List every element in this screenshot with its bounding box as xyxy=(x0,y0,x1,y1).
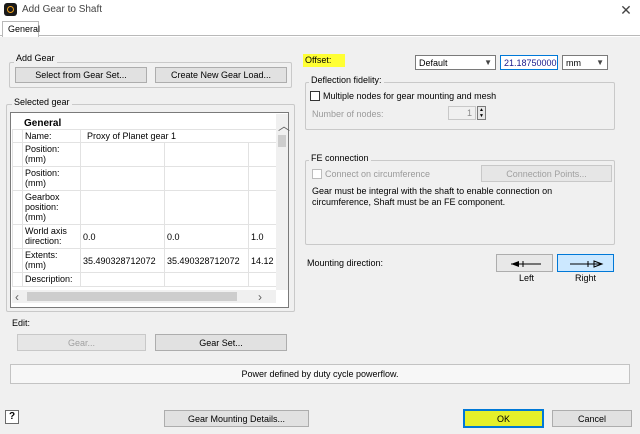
grid-cell xyxy=(248,272,276,287)
grid-section-title: General xyxy=(24,118,62,129)
offset-mode-dropdown[interactable]: Default ▼ xyxy=(415,55,496,70)
multiple-nodes-checkbox[interactable] xyxy=(310,91,320,101)
grid-row-label: Gearbox position: (mm) xyxy=(22,190,81,225)
close-icon[interactable]: ✕ xyxy=(616,1,636,19)
mounting-left-button[interactable] xyxy=(496,254,553,272)
grid-row-label: Position: (mm) xyxy=(22,142,81,167)
connect-on-circumference-checkbox[interactable] xyxy=(312,169,322,179)
chevron-down-icon: ▼ xyxy=(596,58,604,67)
grid-row-label: Description: xyxy=(22,272,81,287)
offset-mode-value: Default xyxy=(419,58,448,68)
scroll-right-icon[interactable]: › xyxy=(258,291,262,303)
tab-strip xyxy=(0,20,640,36)
grid-cell xyxy=(164,166,249,191)
grid-cell: 0.0 xyxy=(164,224,249,249)
fe-connection-message: Gear must be integral with the shaft to … xyxy=(312,186,553,207)
connection-points-button[interactable]: Connection Points... xyxy=(481,165,612,182)
mounting-right-label: Right xyxy=(575,273,597,283)
grid-cell xyxy=(248,142,276,167)
grid-cell: 14.12 xyxy=(248,248,276,273)
grid-cell: 0.0 xyxy=(80,224,165,249)
offset-value-field[interactable]: 21.18750000( xyxy=(500,55,558,70)
gear-mounting-details-button[interactable]: Gear Mounting Details... xyxy=(164,410,309,427)
grid-cell xyxy=(164,272,249,287)
grid-cell xyxy=(80,166,165,191)
grid-vertical-scroll-thumb[interactable] xyxy=(278,135,286,147)
grid-row-position[interactable]: Position: (mm) xyxy=(12,166,276,191)
arrow-left-icon xyxy=(511,261,541,267)
scroll-left-icon[interactable]: ‹ xyxy=(15,291,19,303)
grid-cell: 35.490328712072 xyxy=(80,248,165,273)
offset-label: Offset: xyxy=(303,54,345,67)
grid-row-gearbox-position[interactable]: Gearbox position: (mm) xyxy=(12,190,276,225)
selected-gear-label: Selected gear xyxy=(12,97,72,107)
grid-row-label: Extents: (mm) xyxy=(22,248,81,273)
select-from-gear-set-button[interactable]: Select from Gear Set... xyxy=(15,67,147,83)
grid-cell xyxy=(164,190,249,225)
grid-row-name[interactable]: Name: Proxy of Planet gear 1 xyxy=(12,129,276,143)
tab-general[interactable]: General xyxy=(2,21,40,37)
grid-row-world-axis-direction[interactable]: World axis direction: 0.0 0.0 1.0 xyxy=(12,224,276,249)
grid-cell xyxy=(80,272,165,287)
grid-cell: Proxy of Planet gear 1 xyxy=(80,129,276,143)
grid-cell: 35.490328712072 xyxy=(164,248,249,273)
add-gear-label: Add Gear xyxy=(14,53,57,63)
grid-cell: 1.0 xyxy=(248,224,276,249)
mounting-right-button[interactable] xyxy=(557,254,614,272)
grid-row-position[interactable]: Position: (mm) xyxy=(12,142,276,167)
fe-connection-label: FE connection xyxy=(309,153,371,163)
number-of-nodes-spinner[interactable]: ▲ ▼ xyxy=(477,106,486,120)
grid-cell xyxy=(248,166,276,191)
create-new-gear-load-button[interactable]: Create New Gear Load... xyxy=(155,67,287,83)
number-of-nodes-field[interactable]: 1 xyxy=(448,106,476,120)
deflection-fidelity-label: Deflection fidelity: xyxy=(309,75,384,85)
chevron-down-icon: ▼ xyxy=(484,58,492,67)
grid-row-description[interactable]: Description: xyxy=(12,272,276,287)
grid-row-extents[interactable]: Extents: (mm) 35.490328712072 35.4903287… xyxy=(12,248,276,273)
arrow-right-icon xyxy=(570,260,604,268)
window-title: Add Gear to Shaft xyxy=(22,4,103,15)
selected-gear-property-grid[interactable]: General Name: Proxy of Planet gear 1 Pos… xyxy=(12,114,276,290)
offset-unit-value: mm xyxy=(566,58,581,68)
grid-row-label: Position: (mm) xyxy=(22,166,81,191)
number-of-nodes-label: Number of nodes: xyxy=(312,109,384,119)
edit-gear-set-button[interactable]: Gear Set... xyxy=(155,334,287,351)
edit-gear-button[interactable]: Gear... xyxy=(17,334,146,351)
app-logo-icon xyxy=(4,3,17,16)
mounting-direction-label: Mounting direction: xyxy=(307,258,384,268)
grid-cell xyxy=(80,190,165,225)
grid-horizontal-scroll-thumb[interactable] xyxy=(27,292,237,301)
scroll-up-icon[interactable]: ︿ xyxy=(278,120,290,132)
cancel-button[interactable]: Cancel xyxy=(552,410,632,427)
ok-button[interactable]: OK xyxy=(463,409,544,428)
grid-row-label: World axis direction: xyxy=(22,224,81,249)
grid-cell xyxy=(164,142,249,167)
connect-on-circumference-label: Connect on circumference xyxy=(325,169,431,179)
help-icon[interactable]: ? xyxy=(5,410,19,424)
grid-cell xyxy=(80,142,165,167)
mounting-left-label: Left xyxy=(519,273,535,283)
offset-unit-dropdown[interactable]: mm ▼ xyxy=(562,55,608,70)
grid-row-label: Name: xyxy=(22,129,81,143)
multiple-nodes-label: Multiple nodes for gear mounting and mes… xyxy=(323,91,497,101)
grid-cell xyxy=(248,190,276,225)
status-message: Power defined by duty cycle powerflow. xyxy=(10,364,630,384)
edit-label: Edit: xyxy=(12,318,31,328)
